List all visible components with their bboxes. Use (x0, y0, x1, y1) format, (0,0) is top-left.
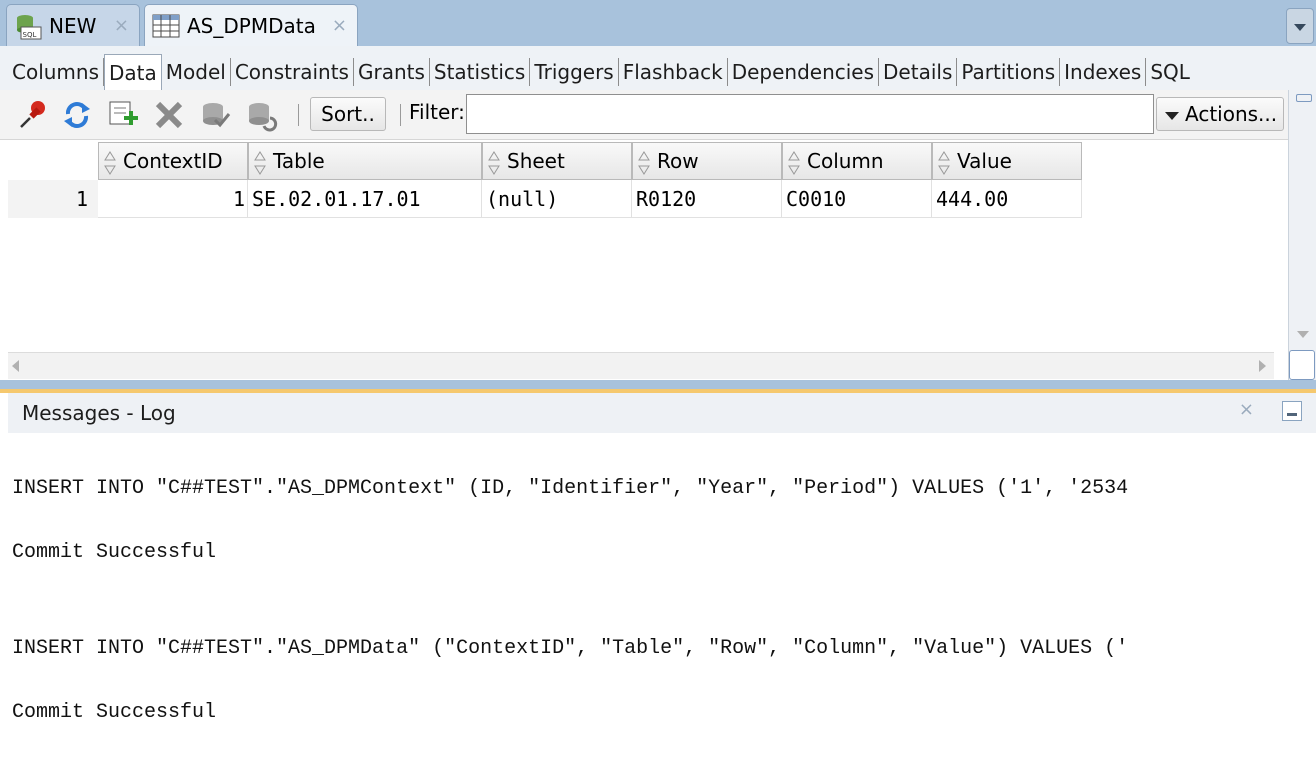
delete-row-icon[interactable] (152, 98, 186, 132)
insert-row-icon[interactable] (106, 98, 140, 132)
toolbar-separator (400, 104, 401, 126)
tab-label: NEW (49, 13, 97, 38)
tab-constraints[interactable]: Constraints (231, 58, 354, 86)
sort-arrows-icon (104, 150, 116, 175)
tab-indexes[interactable]: Indexes (1060, 58, 1147, 86)
table-cell[interactable]: SE.02.01.17.01 (248, 180, 482, 218)
scroll-right-icon[interactable] (1259, 360, 1266, 372)
toolbar-separator (298, 104, 299, 126)
close-icon[interactable]: × (1239, 399, 1254, 420)
sort-arrows-icon (938, 150, 950, 175)
column-header-sheet[interactable]: Sheet (482, 142, 632, 180)
tab-as-dpmdata[interactable]: AS_DPMData × (144, 4, 358, 46)
log-line: Commit Successful (12, 701, 217, 724)
data-grid: ContextID Table Sheet Row Column Value 1 1 SE.02… (8, 140, 1288, 350)
column-header-label: Value (957, 149, 1012, 173)
column-header-table[interactable]: Table (248, 142, 482, 180)
tab-model[interactable]: Model (162, 58, 231, 86)
scroll-down-icon[interactable] (1297, 331, 1309, 338)
tab-label: AS_DPMData (187, 13, 316, 38)
column-header-row[interactable]: Row (632, 142, 782, 180)
vertical-scrollbar[interactable] (1288, 90, 1316, 380)
table-cell[interactable]: C0010 (782, 180, 932, 218)
tab-sql[interactable]: SQL (1146, 58, 1194, 86)
table-cell[interactable]: 444.00 (932, 180, 1082, 218)
sort-arrows-icon (638, 150, 650, 175)
svg-text:SQL: SQL (23, 31, 37, 39)
tab-grants[interactable]: Grants (354, 58, 430, 86)
data-toolbar: Sort.. Filter: Actions... (0, 90, 1288, 140)
scroll-corner-button[interactable] (1289, 350, 1315, 380)
log-line: Commit Successful (12, 541, 217, 564)
column-header-label: Column (807, 149, 884, 173)
sort-arrows-icon (488, 150, 500, 175)
column-header-label: Row (657, 149, 699, 173)
filter-label: Filter: (409, 100, 465, 124)
rollback-icon[interactable] (244, 98, 278, 132)
horizontal-scrollbar[interactable] (8, 352, 1274, 379)
tab-statistics[interactable]: Statistics (430, 58, 531, 86)
table-icon (152, 14, 180, 37)
tab-triggers[interactable]: Triggers (530, 58, 619, 86)
pin-icon[interactable] (16, 98, 50, 132)
tab-columns[interactable]: Columns (8, 58, 105, 86)
log-line: INSERT INTO "C##TEST"."AS_DPMData" ("Con… (12, 637, 1129, 660)
sort-button[interactable]: Sort.. (310, 97, 386, 131)
scroll-left-icon[interactable] (12, 360, 19, 372)
refresh-icon[interactable] (60, 98, 94, 132)
sort-arrows-icon (788, 150, 800, 175)
tab-flashback[interactable]: Flashback (619, 58, 728, 86)
tab-new-worksheet[interactable]: SQL NEW × (6, 4, 140, 46)
tab-data[interactable]: Data (104, 54, 162, 90)
actions-label: Actions... (1185, 102, 1278, 126)
scroll-up-icon[interactable] (1296, 94, 1312, 102)
messages-log-header: Messages - Log × (8, 393, 1316, 433)
minimize-icon[interactable] (1282, 401, 1302, 421)
column-header-label: Table (273, 149, 325, 173)
messages-log-body: INSERT INTO "C##TEST"."AS_DPMContext" (I… (8, 433, 1316, 776)
actions-button[interactable]: Actions... (1156, 97, 1284, 131)
grid-corner (8, 140, 98, 180)
column-header-column[interactable]: Column (782, 142, 932, 180)
filter-input[interactable] (466, 94, 1154, 134)
column-header-value[interactable]: Value (932, 142, 1082, 180)
table-cell[interactable]: (null) (482, 180, 632, 218)
object-sub-tabs: Columns Data Model Constraints Grants Statist… (0, 46, 1316, 90)
row-number[interactable]: 1 (8, 180, 98, 218)
tab-dependencies[interactable]: Dependencies (728, 58, 880, 86)
tab-list-dropdown-button[interactable] (1286, 8, 1314, 44)
close-tab-icon[interactable]: × (332, 15, 347, 36)
table-cell[interactable]: 1 (98, 180, 248, 218)
table-cell[interactable]: R0120 (632, 180, 782, 218)
log-line: INSERT INTO "C##TEST"."AS_DPMContext" (I… (12, 477, 1129, 500)
sort-arrows-icon (254, 150, 266, 175)
sql-worksheet-icon: SQL (17, 14, 42, 39)
column-header-contextid[interactable]: ContextID (98, 142, 248, 180)
document-tab-strip: SQL NEW × AS_DPMData × (0, 0, 1316, 46)
tab-details[interactable]: Details (879, 58, 958, 86)
column-header-label: ContextID (123, 149, 223, 173)
close-tab-icon[interactable]: × (114, 15, 129, 36)
commit-icon[interactable] (198, 98, 232, 132)
column-header-label: Sheet (507, 149, 565, 173)
messages-log-title: Messages - Log (22, 401, 176, 425)
chevron-down-icon (1165, 111, 1179, 120)
tab-partitions[interactable]: Partitions (957, 58, 1061, 86)
